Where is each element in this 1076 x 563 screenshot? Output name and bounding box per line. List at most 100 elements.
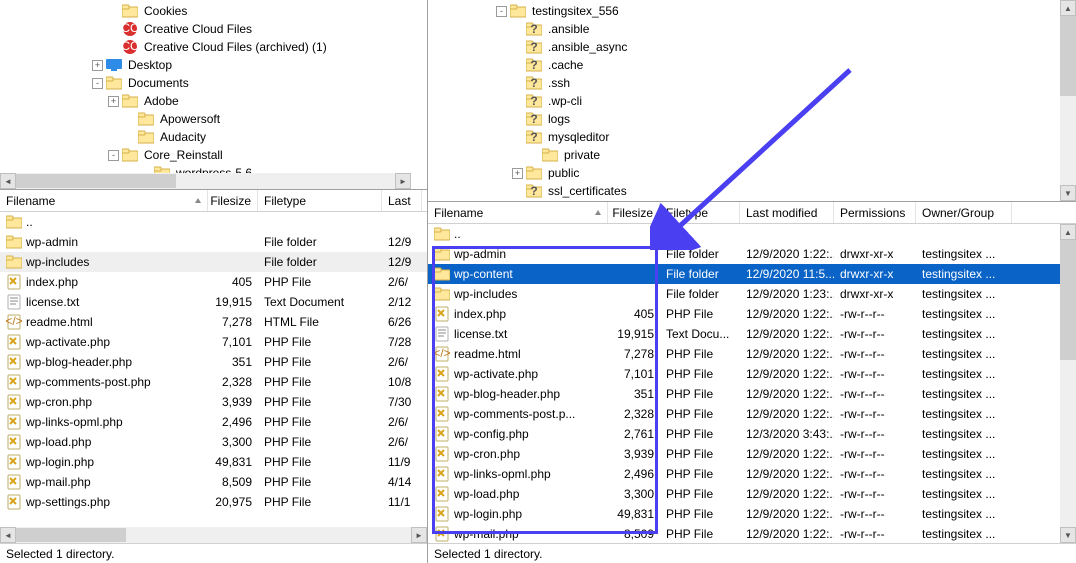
list-row[interactable]: wp-config.php2,761PHP File12/3/2020 3:43…: [428, 424, 1076, 444]
list-row[interactable]: wp-login.php49,831PHP File11/9: [0, 452, 427, 472]
tree-item[interactable]: mysqleditor: [428, 128, 1076, 146]
cell-owner: testingsitex ...: [916, 524, 1012, 543]
scroll-thumb[interactable]: [16, 174, 176, 188]
tree-expander-icon[interactable]: -: [108, 150, 119, 161]
tree-item[interactable]: .ansible_async: [428, 38, 1076, 56]
col-owner[interactable]: Owner/Group: [916, 202, 1012, 223]
tree-item[interactable]: .cache: [428, 56, 1076, 74]
tree-item[interactable]: +Desktop: [0, 56, 427, 74]
scroll-down-icon[interactable]: ▼: [1060, 527, 1076, 543]
cell-filename: wp-login.php: [0, 452, 208, 472]
col-permissions[interactable]: Permissions: [834, 202, 916, 223]
list-row[interactable]: wp-cron.php3,939PHP File7/30: [0, 392, 427, 412]
remote-file-list[interactable]: ..wp-adminFile folder12/9/2020 1:22:...d…: [428, 224, 1076, 543]
tree-item[interactable]: .wp-cli: [428, 92, 1076, 110]
scroll-up-icon[interactable]: ▲: [1060, 0, 1076, 16]
list-row[interactable]: wp-adminFile folder12/9: [0, 232, 427, 252]
list-row[interactable]: ..: [0, 212, 427, 232]
tree-item[interactable]: .ssh: [428, 74, 1076, 92]
tree-item[interactable]: logs: [428, 110, 1076, 128]
cell-filetype: PHP File: [660, 364, 740, 384]
list-row[interactable]: wp-includesFile folder12/9/2020 1:23:...…: [428, 284, 1076, 304]
col-filename[interactable]: Filename: [428, 202, 608, 223]
tree-item[interactable]: -testingsitex_556: [428, 2, 1076, 20]
tree-item[interactable]: Creative Cloud Files (archived) (1): [0, 38, 427, 56]
list-row[interactable]: wp-contentFile folder12/9/2020 11:5...dr…: [428, 264, 1076, 284]
remote-tree[interactable]: -testingsitex_556.ansible.ansible_async.…: [428, 0, 1076, 202]
list-row[interactable]: wp-mail.php8,509PHP File4/14: [0, 472, 427, 492]
hscrollbar[interactable]: ◄ ►: [0, 527, 427, 543]
tree-item[interactable]: Audacity: [0, 128, 427, 146]
cell-filetype: Text Document: [258, 292, 382, 312]
tree-item[interactable]: private: [428, 146, 1076, 164]
tree-item[interactable]: ssl_certificates: [428, 182, 1076, 200]
tree-expander-icon[interactable]: +: [512, 168, 523, 179]
cell-filesize: 3,939: [208, 392, 258, 412]
col-filesize[interactable]: Filesize: [608, 202, 660, 223]
scroll-right-icon[interactable]: ►: [411, 527, 427, 543]
scroll-right-icon[interactable]: ►: [395, 173, 411, 189]
list-row[interactable]: wp-adminFile folder12/9/2020 1:22:...drw…: [428, 244, 1076, 264]
list-row[interactable]: wp-comments-post.php2,328PHP File10/8: [0, 372, 427, 392]
cell-permissions: -rw-r--r--: [834, 484, 916, 504]
list-row[interactable]: license.txt19,915Text Document2/12: [0, 292, 427, 312]
scroll-thumb[interactable]: [1060, 240, 1076, 360]
list-row[interactable]: index.php405PHP File12/9/2020 1:22:...-r…: [428, 304, 1076, 324]
local-file-list[interactable]: ..wp-adminFile folder12/9wp-includesFile…: [0, 212, 427, 512]
scroll-thumb[interactable]: [1060, 16, 1076, 96]
tree-expander-icon[interactable]: -: [92, 78, 103, 89]
list-row[interactable]: wp-blog-header.php351PHP File2/6/: [0, 352, 427, 372]
list-row[interactable]: wp-load.php3,300PHP File12/9/2020 1:22:.…: [428, 484, 1076, 504]
list-row[interactable]: readme.html7,278HTML File6/26: [0, 312, 427, 332]
tree-item[interactable]: -Core_Reinstall: [0, 146, 427, 164]
folder-icon: [122, 94, 138, 108]
col-last[interactable]: Last: [382, 190, 422, 211]
col-lastmod[interactable]: Last modified: [740, 202, 834, 223]
hscrollbar[interactable]: ◄ ►: [0, 173, 411, 189]
list-row[interactable]: readme.html7,278PHP File12/9/2020 1:22:.…: [428, 344, 1076, 364]
local-tree[interactable]: CookiesCreative Cloud FilesCreative Clou…: [0, 0, 427, 190]
tree-item[interactable]: Creative Cloud Files: [0, 20, 427, 38]
scroll-down-icon[interactable]: ▼: [1060, 185, 1076, 201]
cell-owner: testingsitex ...: [916, 444, 1012, 464]
col-filesize[interactable]: Filesize: [208, 190, 258, 211]
list-row[interactable]: license.txt19,915Text Docu...12/9/2020 1…: [428, 324, 1076, 344]
col-filename[interactable]: Filename: [0, 190, 208, 211]
scroll-thumb[interactable]: [16, 528, 126, 542]
cell-last: 12/9/2020 1:22:...: [740, 344, 834, 364]
remote-columns[interactable]: Filename Filesize Filetype Last modified…: [428, 202, 1076, 224]
vscrollbar[interactable]: ▲ ▼: [1060, 0, 1076, 201]
vscrollbar[interactable]: ▲ ▼: [1060, 224, 1076, 543]
scroll-left-icon[interactable]: ◄: [0, 527, 16, 543]
list-row[interactable]: wp-links-opml.php2,496PHP File12/9/2020 …: [428, 464, 1076, 484]
list-row[interactable]: wp-blog-header.php351PHP File12/9/2020 1…: [428, 384, 1076, 404]
list-row[interactable]: ..: [428, 224, 1076, 244]
tree-item[interactable]: -Documents: [0, 74, 427, 92]
tree-item[interactable]: Cookies: [0, 2, 427, 20]
list-row[interactable]: wp-settings.php20,975PHP File11/1: [0, 492, 427, 512]
list-row[interactable]: wp-includesFile folder12/9: [0, 252, 427, 272]
list-row[interactable]: wp-activate.php7,101PHP File7/28: [0, 332, 427, 352]
tree-item[interactable]: +public: [428, 164, 1076, 182]
list-row[interactable]: wp-login.php49,831PHP File12/9/2020 1:22…: [428, 504, 1076, 524]
tree-item[interactable]: Apowersoft: [0, 110, 427, 128]
list-row[interactable]: wp-mail.php8,509PHP File12/9/2020 1:22:.…: [428, 524, 1076, 543]
tree-item[interactable]: +Adobe: [0, 92, 427, 110]
list-row[interactable]: wp-cron.php3,939PHP File12/9/2020 1:22:.…: [428, 444, 1076, 464]
tree-item[interactable]: .ansible: [428, 20, 1076, 38]
scroll-up-icon[interactable]: ▲: [1060, 224, 1076, 240]
col-filetype[interactable]: Filetype: [660, 202, 740, 223]
list-row[interactable]: index.php405PHP File2/6/: [0, 272, 427, 292]
list-row[interactable]: wp-comments-post.p...2,328PHP File12/9/2…: [428, 404, 1076, 424]
scroll-left-icon[interactable]: ◄: [0, 173, 16, 189]
list-row[interactable]: wp-activate.php7,101PHP File12/9/2020 1:…: [428, 364, 1076, 384]
list-row[interactable]: wp-load.php3,300PHP File2/6/: [0, 432, 427, 452]
list-row[interactable]: wp-links-opml.php2,496PHP File2/6/: [0, 412, 427, 432]
tree-expander-icon[interactable]: +: [108, 96, 119, 107]
cell-filesize: 49,831: [208, 452, 258, 472]
col-filetype[interactable]: Filetype: [258, 190, 382, 211]
local-columns[interactable]: Filename Filesize Filetype Last: [0, 190, 427, 212]
tree-expander-icon[interactable]: -: [496, 6, 507, 17]
tree-expander-icon[interactable]: +: [92, 60, 103, 71]
cell-owner: testingsitex ...: [916, 344, 1012, 364]
